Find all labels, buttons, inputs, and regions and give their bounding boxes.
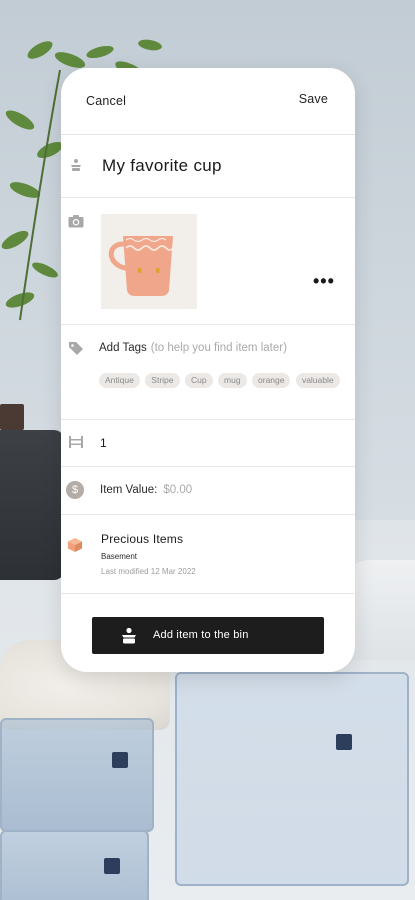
- bin-last-modified: Last modified 12 Mar 2022: [101, 567, 196, 576]
- item-value-field[interactable]: $0.00: [163, 484, 192, 496]
- bin-location: Basement: [101, 552, 138, 561]
- camera-icon[interactable]: [68, 214, 84, 228]
- storage-box: [175, 672, 409, 886]
- more-options-icon[interactable]: •••: [313, 272, 335, 290]
- tag-chip[interactable]: orange: [252, 373, 291, 388]
- box-logo: [112, 752, 128, 768]
- tag-chips: Antique Stripe Cup mug orange valuable: [99, 370, 349, 390]
- tag-chip[interactable]: valuable: [295, 373, 340, 388]
- item-value-text: Item Value:: [100, 484, 158, 496]
- item-icon: [71, 159, 81, 171]
- add-item-to-bin-label: Add item to the bin: [153, 629, 249, 641]
- background-shelf: [0, 404, 24, 430]
- box-logo: [336, 734, 352, 750]
- box-logo: [104, 858, 120, 874]
- save-button[interactable]: Save: [299, 92, 328, 106]
- add-item-to-bin-button[interactable]: Add item to the bin: [92, 617, 324, 654]
- quantity-row[interactable]: 1: [61, 420, 355, 467]
- storage-box: [0, 718, 154, 832]
- item-editor-card: Cancel Save My favorite cup ••• Add Tags…: [61, 68, 355, 672]
- add-tags-label[interactable]: Add Tags (to help you find item later): [99, 342, 287, 354]
- box-icon: [68, 538, 82, 552]
- tag-chip[interactable]: Cup: [184, 373, 213, 388]
- item-value-row[interactable]: $ Item Value: $0.00: [61, 467, 355, 515]
- quantity-field[interactable]: 1: [100, 436, 107, 450]
- cancel-button[interactable]: Cancel: [86, 94, 126, 108]
- add-tags-hint: (to help you find item later): [150, 342, 287, 354]
- item-name-field[interactable]: My favorite cup: [102, 156, 222, 176]
- tag-icon: [69, 342, 83, 355]
- tag-chip[interactable]: Antique: [99, 373, 140, 388]
- dollar-coin-icon: $: [66, 481, 84, 499]
- tag-chip[interactable]: mug: [218, 373, 247, 388]
- bin-name: Precious Items: [101, 532, 184, 546]
- item-photo-row: •••: [61, 198, 355, 325]
- quantity-icon: [69, 436, 83, 448]
- add-tags-text: Add Tags: [99, 342, 147, 354]
- bin-selector-row[interactable]: Precious Items Basement Last modified 12…: [61, 515, 355, 594]
- card-header: Cancel Save: [61, 68, 355, 135]
- storage-box: [0, 830, 149, 900]
- background-blanket: [0, 430, 64, 580]
- item-name-row[interactable]: My favorite cup: [61, 135, 355, 198]
- cup-illustration: [108, 236, 174, 296]
- tags-row[interactable]: Add Tags (to help you find item later) An…: [61, 325, 355, 420]
- item-photo[interactable]: [101, 214, 197, 309]
- item-value-label[interactable]: Item Value: $0.00: [100, 484, 192, 496]
- tag-chip[interactable]: Stripe: [145, 373, 180, 388]
- add-to-bin-icon: [122, 627, 136, 644]
